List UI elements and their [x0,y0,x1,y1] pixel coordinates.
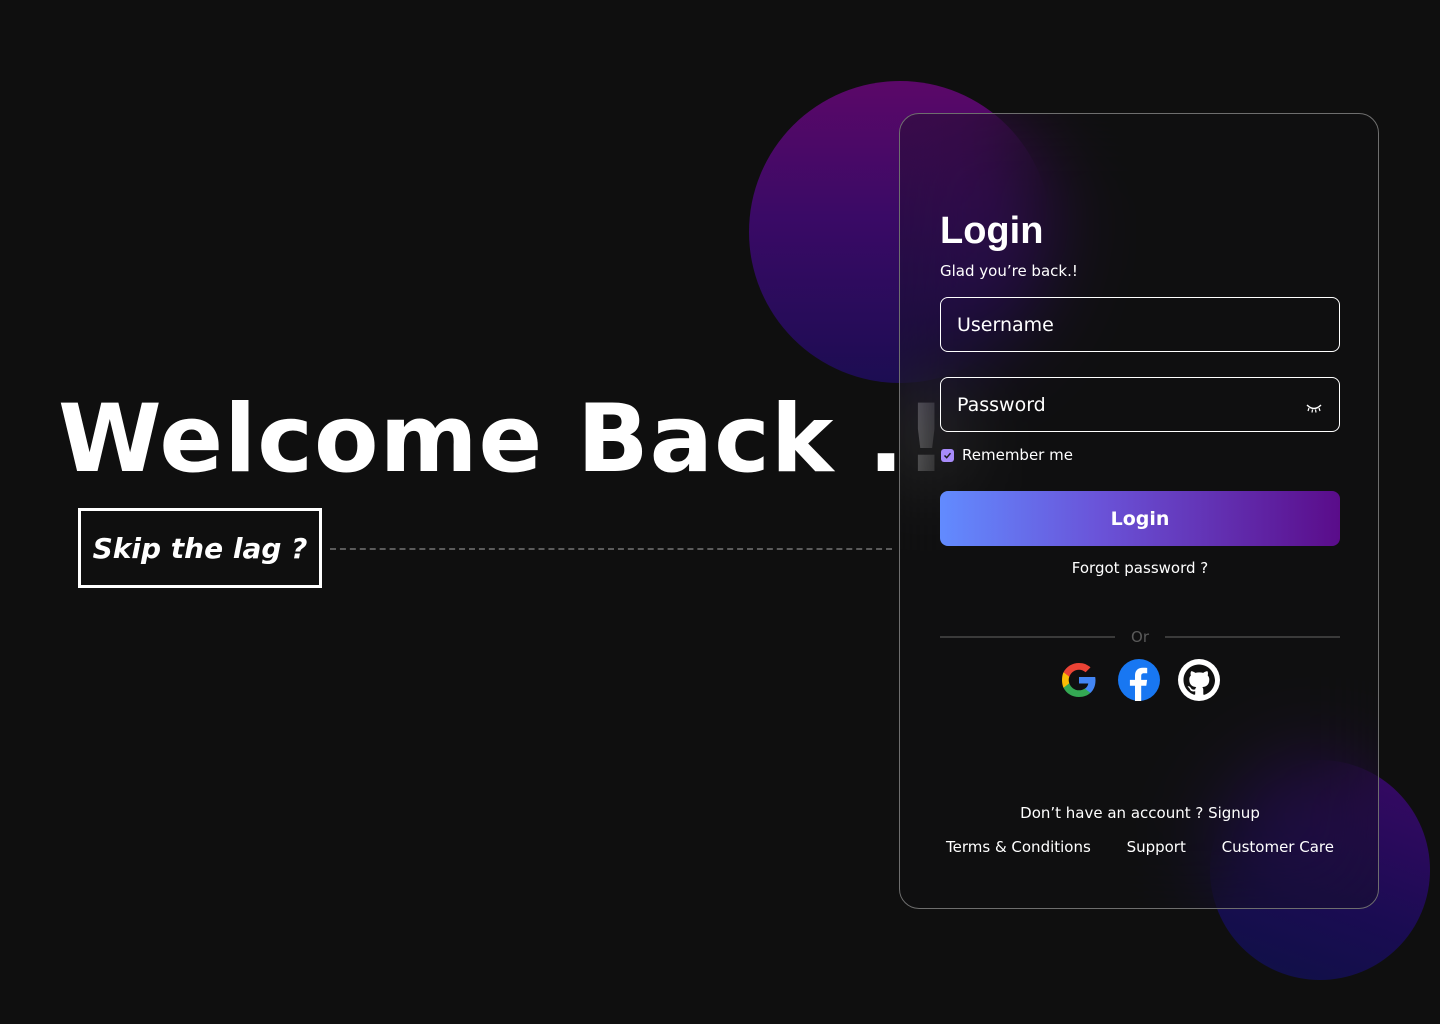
check-icon [943,452,952,459]
divider-line-right [1165,636,1341,638]
login-title: Login [940,210,1044,252]
hero-title: Welcome Back .! [58,385,949,494]
remember-me-label: Remember me [962,446,1073,464]
github-icon[interactable] [1178,659,1220,701]
remember-me-row: Remember me [941,446,1073,464]
social-login-row [1058,659,1220,701]
signup-link[interactable]: Signup [1208,804,1260,822]
footer-links: Terms & Conditions Support Customer Care [940,838,1340,856]
username-input[interactable] [957,313,1323,336]
login-card: Login Glad you’re back.! Username Rememb… [899,113,1379,909]
customer-care-link[interactable]: Customer Care [1222,838,1334,856]
login-button[interactable]: Login [940,491,1340,546]
remember-me-checkbox[interactable] [941,448,954,462]
or-label: Or [1131,628,1149,646]
signup-row: Don’t have an account ? Signup [940,804,1340,822]
or-divider: Or [940,627,1341,647]
login-subtitle: Glad you’re back.! [940,262,1078,280]
forgot-password-link[interactable]: Forgot password ? [940,559,1340,577]
support-link[interactable]: Support [1127,838,1186,856]
dashed-connector [330,548,892,550]
hero-tagline-box: Skip the lag ? [78,508,322,588]
terms-link[interactable]: Terms & Conditions [946,838,1091,856]
signup-prompt: Don’t have an account ? [1020,804,1209,822]
eye-closed-icon[interactable] [1305,399,1323,413]
password-input[interactable] [957,393,1305,416]
google-icon[interactable] [1058,659,1100,701]
divider-line-left [940,636,1116,638]
facebook-icon[interactable] [1118,659,1160,701]
hero-tagline: Skip the lag ? [92,531,308,565]
username-field [940,297,1340,352]
password-field [940,377,1340,432]
